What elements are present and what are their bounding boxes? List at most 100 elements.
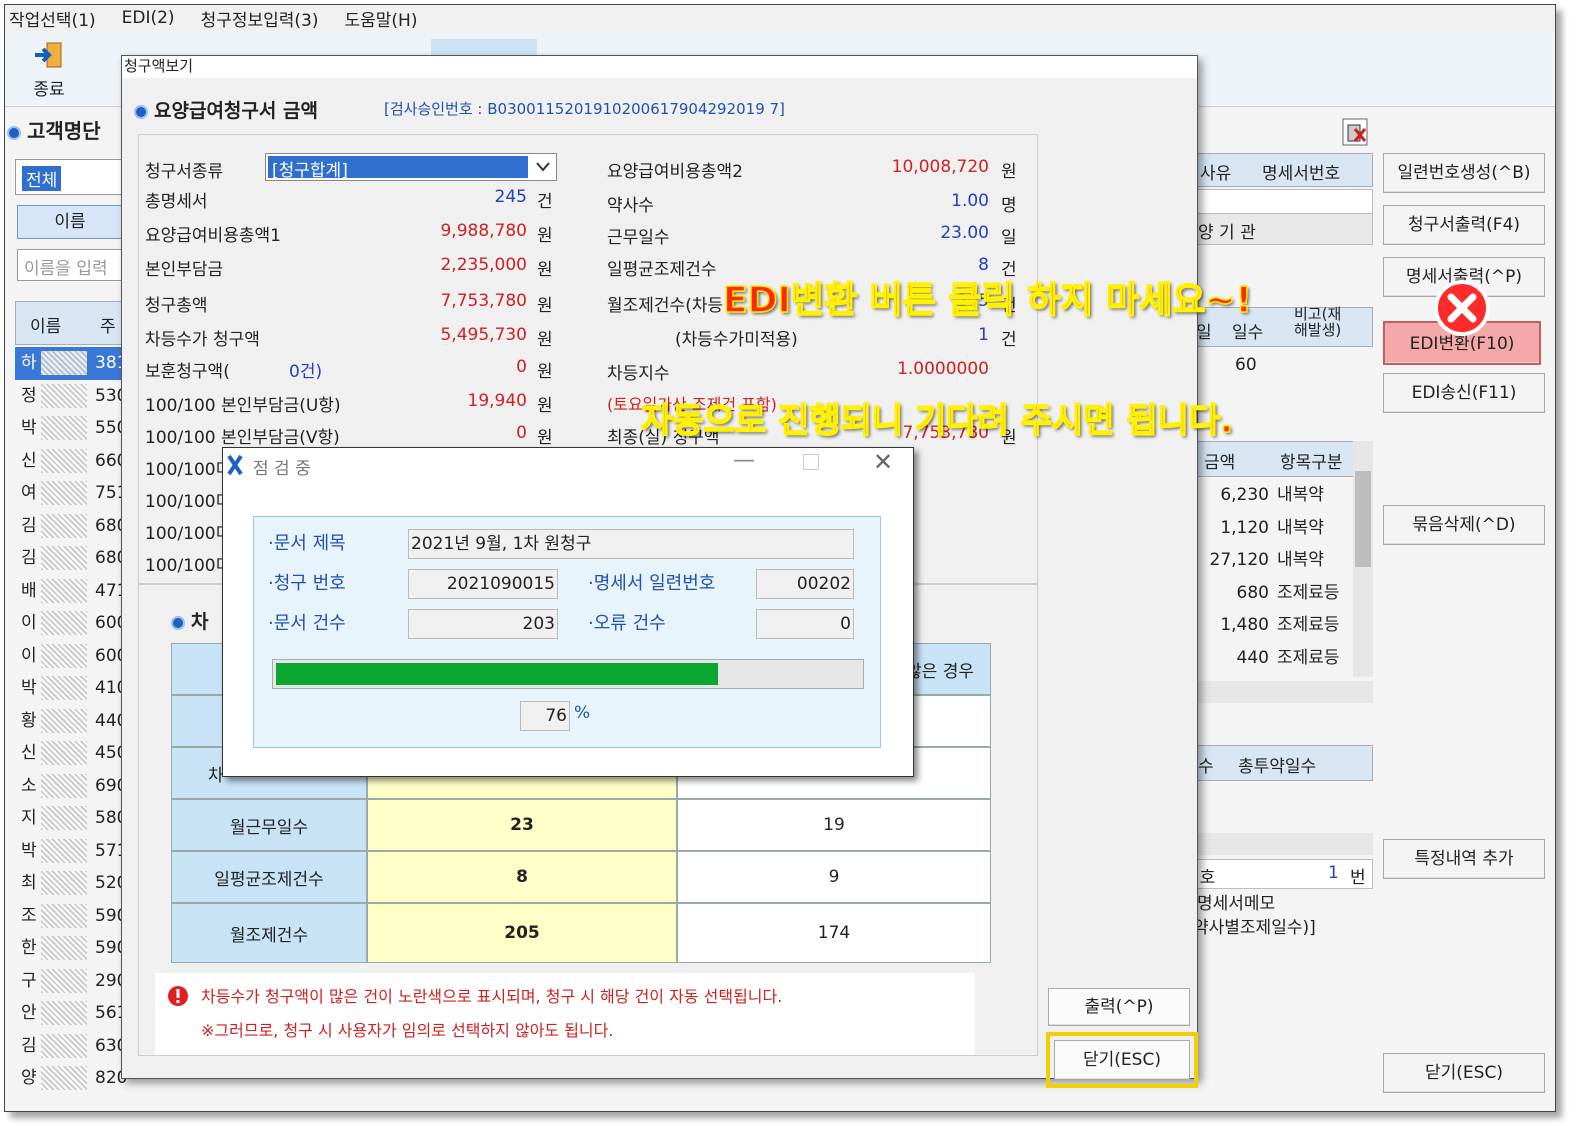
print-button[interactable]: 출력(^P)	[1048, 988, 1190, 1026]
customer-row[interactable]: 김 630	[15, 1030, 127, 1063]
amount-unit: 원	[537, 428, 553, 448]
amount-row[interactable]: 1,120 내복약	[1193, 512, 1353, 545]
customer-name: 박	[21, 418, 37, 438]
redacted-name-mask	[41, 611, 87, 635]
menu-claim-info[interactable]: 청구정보입력(3)	[201, 6, 319, 31]
customer-row[interactable]: 양 820	[15, 1062, 127, 1095]
filter-select[interactable]: 전체	[15, 159, 123, 195]
table-row-label: 월조제건수	[171, 903, 367, 963]
redacted-name-mask	[41, 448, 87, 473]
item-type: 조제료등	[1277, 582, 1340, 603]
customer-row[interactable]: 구 290	[15, 965, 127, 998]
notice-line-2: ※그러므로, 청구 시 사용자가 임의로 선택하지 않아도 됩니다.	[201, 1021, 614, 1040]
table-value-applied: 23	[367, 799, 677, 851]
customer-row[interactable]: 최 520	[15, 867, 127, 900]
name-search-button[interactable]: 이름	[17, 205, 123, 239]
menu-work-select[interactable]: 작업선택(1)	[9, 6, 96, 31]
item-type: 내복약	[1277, 485, 1324, 505]
redacted-name-mask	[41, 1066, 87, 1090]
bundle-delete-button[interactable]: 묶음삭제(^D)	[1383, 505, 1545, 545]
customer-name: 소	[21, 775, 37, 796]
customer-row[interactable]: 여 751	[15, 477, 127, 510]
amount-scrollbar[interactable]	[1353, 441, 1373, 677]
redacted-name-mask	[41, 871, 87, 895]
progress-percent-field: 76	[520, 701, 570, 731]
amount-value: 0	[516, 423, 527, 443]
customer-row[interactable]: 한 590	[15, 932, 127, 965]
grid-header-total-days: 총투약일수	[1238, 757, 1317, 777]
trash-icon[interactable]	[1341, 115, 1371, 147]
customer-name: 최	[21, 873, 37, 893]
number-unit: 번	[1350, 868, 1366, 888]
customer-row[interactable]: 김 680	[15, 510, 127, 543]
amount-label: 요양급여비용총액1	[145, 226, 281, 246]
customer-row[interactable]: 하 381	[15, 347, 127, 380]
customer-name: 구	[21, 970, 37, 991]
amount-unit: 원	[537, 226, 553, 246]
claim-type-select[interactable]: [청구합계]	[265, 153, 557, 181]
customer-row[interactable]: 김 680	[15, 542, 127, 575]
main-window: 작업선택(1) EDI(2) 청구정보입력(3) 도움말(H) 종료 고객명단 …	[4, 4, 1556, 1112]
customer-row[interactable]: 소 690	[15, 770, 127, 803]
amount-unit: 원	[537, 296, 553, 316]
amount-value: 245	[494, 187, 527, 207]
close-icon[interactable]: ✕	[873, 448, 893, 476]
customer-name: 배	[21, 580, 37, 601]
menu-help[interactable]: 도움말(H)	[345, 6, 418, 31]
warning-annotation-2: 자동으로 진행되니 기다려 주시면 됩니다.	[640, 400, 1234, 442]
amount-row[interactable]: 1,480 조제료등	[1193, 609, 1353, 642]
main-close-button[interactable]: 닫기(ESC)	[1383, 1053, 1545, 1093]
amount-row[interactable]: 27,120 내복약	[1193, 544, 1353, 577]
days-h-scrollbar[interactable]	[1193, 833, 1373, 855]
amount-label: 100/100 본인부담금(U항)	[145, 396, 341, 416]
dialog-close-button[interactable]: 닫기(ESC)	[1054, 1040, 1190, 1080]
exit-button[interactable]: 종료	[29, 39, 69, 100]
name-input[interactable]: 이름을 입력	[17, 249, 123, 281]
customer-row[interactable]: 정 530	[15, 380, 127, 413]
customer-row[interactable]: 이 600	[15, 607, 127, 640]
customer-row[interactable]: 안 561	[15, 997, 127, 1030]
add-specific-item-button[interactable]: 특정내역 추가	[1383, 839, 1545, 879]
claim-print-button[interactable]: 청구서출력(F4)	[1383, 205, 1545, 245]
amount-row[interactable]: 440 조제료등	[1193, 642, 1353, 675]
claim-type-value: [청구합계]	[268, 156, 528, 181]
right-amount-value: 10,008,720	[891, 157, 989, 177]
customer-row[interactable]: 박 550	[15, 412, 127, 445]
amount-value: 7,753,780	[440, 291, 527, 311]
customer-list-header: 이름 주	[15, 301, 123, 345]
amount-unit: 원	[537, 396, 553, 416]
customer-row[interactable]: 신 660	[15, 445, 127, 478]
background-grid-area: 사유 명세서번호 양 기 관 일 일수 비고(재해발생) 60 금액 항목구분 …	[1184, 115, 1373, 1111]
amount-value: 1,480	[1220, 615, 1269, 635]
customer-row[interactable]: 이 600	[15, 640, 127, 673]
minimize-icon[interactable]: —	[733, 448, 755, 473]
customer-row[interactable]: 배 471	[15, 575, 127, 608]
serial-generate-button[interactable]: 일련번호생성(^B)	[1383, 153, 1545, 193]
partial-row-label: 100/100미	[145, 556, 232, 576]
customer-row[interactable]: 신 450	[15, 737, 127, 770]
amount-label: 100/100 본인부담금(V항)	[145, 428, 340, 448]
error-count-field: 0	[756, 609, 854, 639]
amount-value: 2,235,000	[440, 255, 527, 275]
redacted-name-mask	[41, 936, 87, 960]
amount-value: 6,230	[1220, 485, 1269, 505]
customer-row[interactable]: 황 440	[15, 705, 127, 738]
customer-name: 조	[21, 905, 37, 926]
customer-row[interactable]: 박 571	[15, 835, 127, 868]
edi-send-button[interactable]: EDI송신(F11)	[1383, 373, 1545, 413]
customer-row[interactable]: 조 590	[15, 900, 127, 933]
customer-name: 양	[21, 1068, 37, 1088]
customer-row[interactable]: 지 580	[15, 802, 127, 835]
right-amount-label: 근무일수	[607, 228, 670, 248]
maximize-icon[interactable]	[803, 454, 819, 470]
right-amount-value: 23.00	[940, 223, 989, 243]
checking-titlebar: 점 검 중 — ✕	[223, 448, 913, 482]
checking-dialog: 점 검 중 — ✕ ·문서 제목 2021년 9월, 1차 원청구 ·청구 번호…	[222, 447, 914, 777]
amount-row[interactable]: 680 조제료등	[1193, 577, 1353, 610]
menu-edi[interactable]: EDI(2)	[122, 8, 175, 28]
amount-value: 19,940	[467, 391, 527, 411]
redacted-name-mask	[41, 513, 87, 538]
amount-h-scrollbar[interactable]	[1193, 681, 1373, 703]
amount-row[interactable]: 6,230 내복약	[1193, 479, 1353, 512]
customer-row[interactable]: 박 410	[15, 672, 127, 705]
